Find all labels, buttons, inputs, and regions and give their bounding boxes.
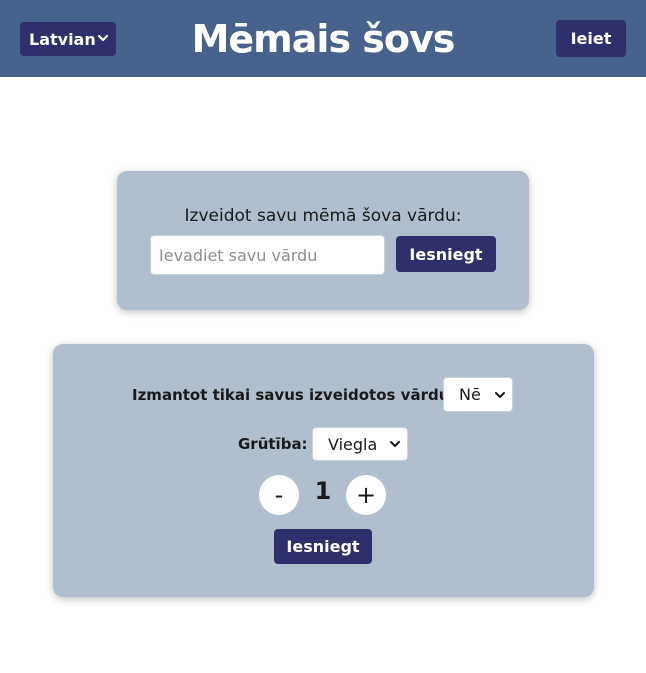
difficulty-label: Grūtība: (238, 435, 308, 453)
own-words-label: Izmantot tikai savus izveidotos vārdus: (132, 386, 465, 404)
language-select-value: Latvian (29, 29, 96, 49)
difficulty-select[interactable]: Viegla (312, 427, 408, 461)
word-input[interactable]: Ievadiet savu vārdu (150, 235, 385, 275)
count-value: 1 (314, 477, 332, 505)
increment-button[interactable]: + (346, 475, 386, 515)
language-select[interactable]: Latvian (20, 22, 116, 56)
chevron-down-icon (97, 34, 109, 42)
settings-submit-button[interactable]: Iesniegt (274, 529, 372, 564)
word-submit-button[interactable]: Iesniegt (396, 236, 496, 272)
difficulty-select-value: Viegla (328, 434, 378, 454)
create-word-card: Izveidot savu mēmā šova vārdu: Ievadiet … (117, 171, 529, 310)
login-button[interactable]: Ieiet (556, 20, 626, 57)
game-settings-card: Izmantot tikai savus izveidotos vārdus: … (53, 344, 594, 597)
chevron-down-icon (495, 391, 505, 398)
create-word-heading: Izveidot savu mēmā šova vārdu: (184, 206, 462, 226)
own-words-select-value: Nē (459, 385, 481, 404)
own-words-select[interactable]: Nē (443, 377, 513, 412)
header-bar: Latvian Mēmais šovs Ieiet (0, 0, 646, 77)
chevron-down-icon (390, 441, 400, 447)
decrement-button[interactable]: - (259, 475, 299, 515)
